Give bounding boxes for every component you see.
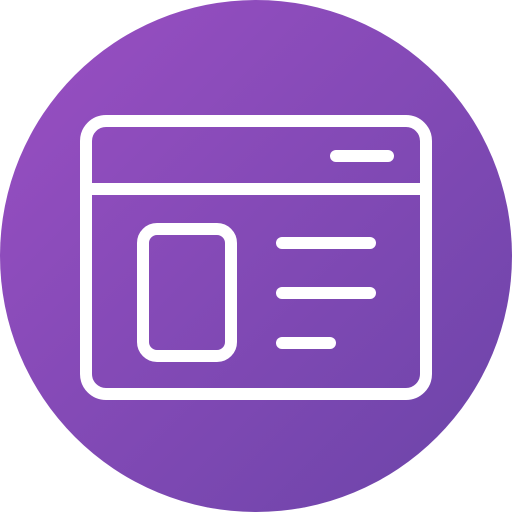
- browser-window-article-icon: [0, 0, 512, 512]
- badge-circle: [0, 0, 512, 512]
- icon-badge: [0, 0, 512, 512]
